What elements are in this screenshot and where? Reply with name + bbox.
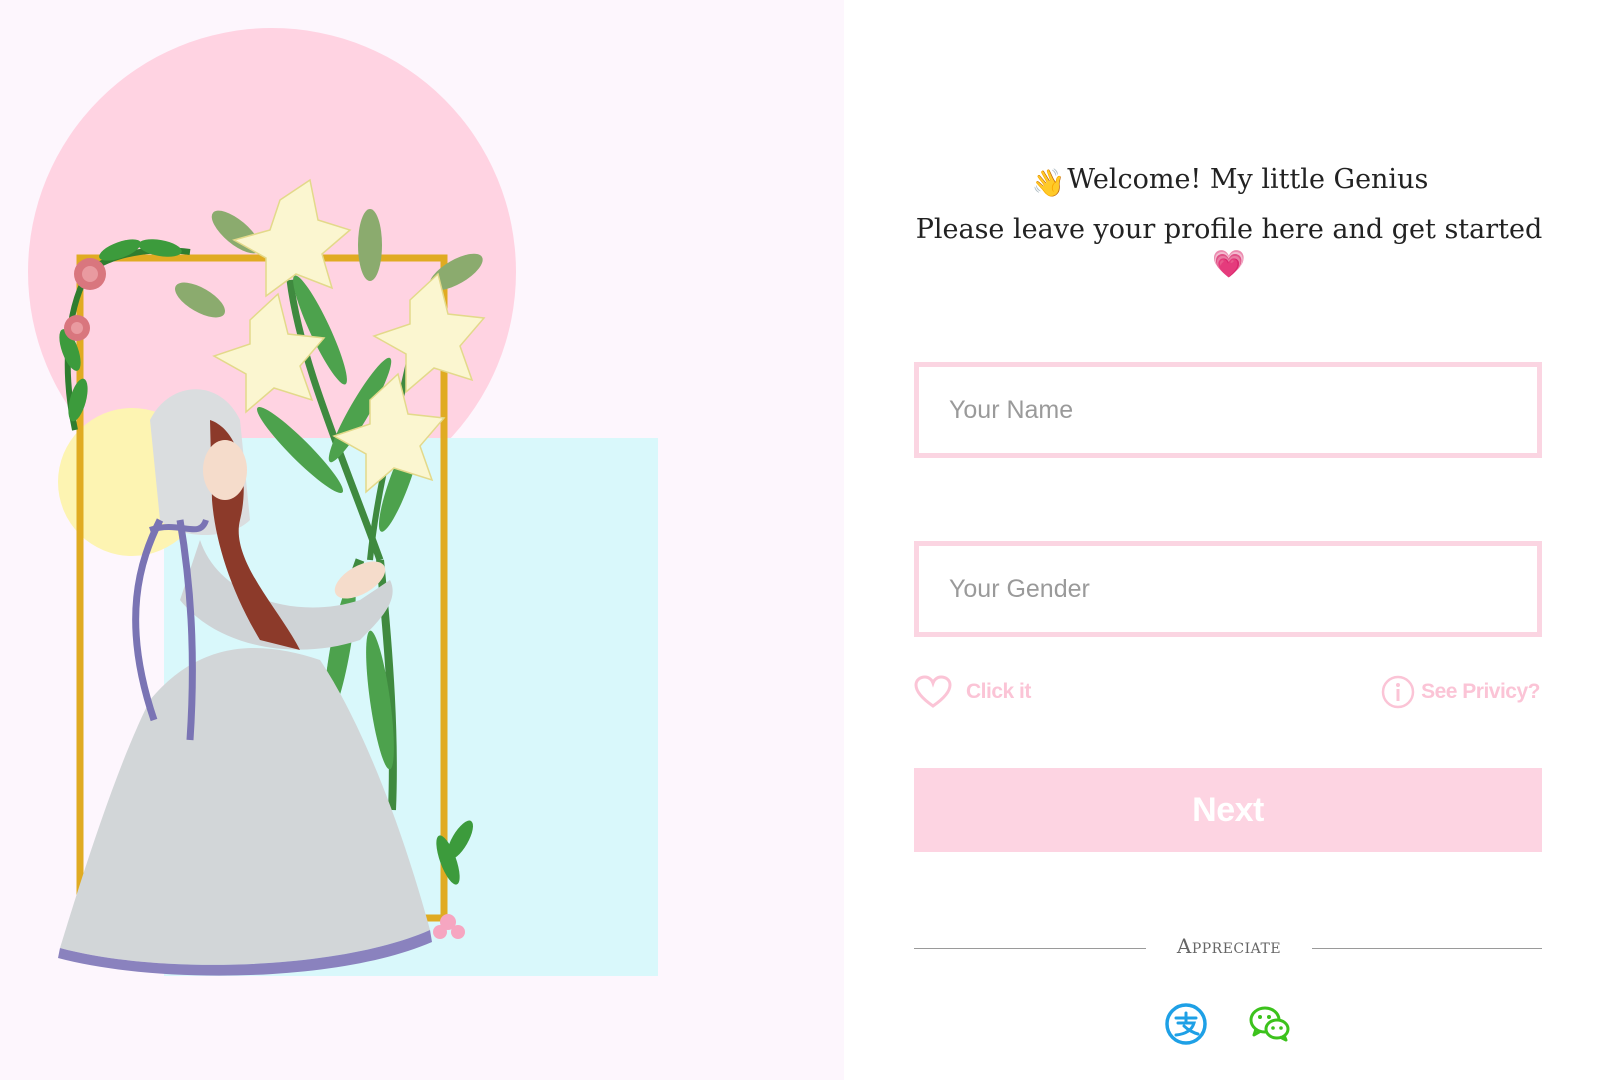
next-button[interactable]: Next bbox=[914, 768, 1542, 852]
see-privacy-label: See Privicy? bbox=[1421, 680, 1540, 703]
welcome-text: Welcome! My little Genius bbox=[1067, 164, 1429, 195]
divider-line-right bbox=[1312, 948, 1542, 949]
waving-hand-icon: 👋 bbox=[1031, 168, 1066, 199]
name-field bbox=[914, 362, 1542, 458]
click-it-label: Click it bbox=[966, 680, 1031, 703]
heart-icon: 💗 bbox=[1212, 249, 1246, 280]
girl-with-lilies-illustration bbox=[28, 28, 658, 976]
profile-panel: 👋Welcome! My little Genius Please leave … bbox=[844, 0, 1600, 1080]
illustration-panel bbox=[0, 0, 844, 1080]
alipay-icon[interactable] bbox=[1164, 1002, 1208, 1046]
info-icon bbox=[1381, 675, 1415, 709]
appreciate-divider: Appreciate bbox=[914, 930, 1542, 966]
appreciate-label: Appreciate bbox=[1176, 934, 1282, 958]
click-it-link[interactable]: Click it bbox=[914, 672, 1031, 712]
welcome-subheading: Please leave your profile here and get s… bbox=[914, 214, 1544, 280]
aux-links-row: Click it See Privicy? bbox=[914, 672, 1542, 712]
subheading-text: Please leave your profile here and get s… bbox=[915, 214, 1543, 245]
heart-outline-icon bbox=[914, 675, 952, 708]
payment-icons bbox=[1164, 1002, 1294, 1046]
welcome-heading: 👋Welcome! My little Genius bbox=[914, 164, 1544, 199]
name-input[interactable] bbox=[919, 367, 1537, 453]
gender-field bbox=[914, 541, 1542, 637]
wechat-icon[interactable] bbox=[1248, 1002, 1292, 1046]
gender-input[interactable] bbox=[919, 546, 1537, 632]
see-privacy-link[interactable]: See Privicy? bbox=[1381, 672, 1540, 712]
divider-line-left bbox=[914, 948, 1146, 949]
